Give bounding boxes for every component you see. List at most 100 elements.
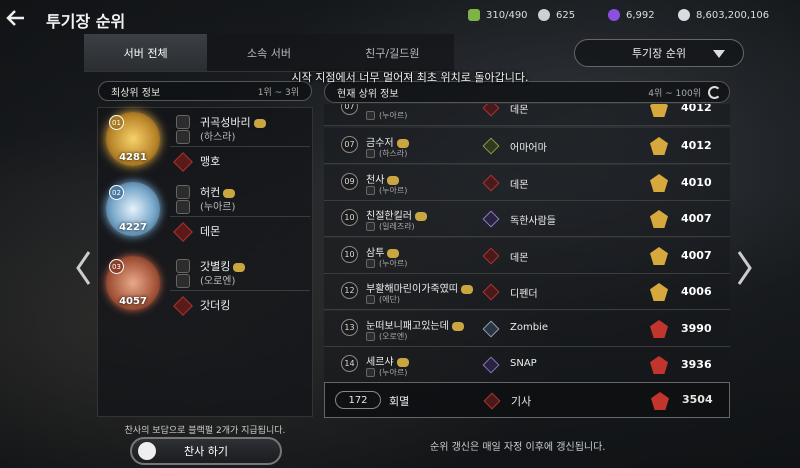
player-name: 부활해마린이가죽였띠	[366, 280, 473, 295]
server-icon	[366, 332, 375, 341]
score: 4007	[681, 249, 712, 262]
ranking-tabs: 서버 전체 소속 서버 친구/길드원	[84, 34, 454, 72]
rank-score: 4281	[119, 152, 147, 163]
my-rank-number: 172	[335, 391, 381, 409]
guild-emblem-icon	[482, 210, 500, 228]
guild-emblem-icon	[482, 174, 500, 192]
ranking-row[interactable]: 14 세르샤 (누아르) SNAP 3936	[324, 347, 730, 383]
server-icon	[366, 149, 375, 158]
score: 4012	[681, 104, 712, 114]
player-server: (하스라)	[379, 149, 408, 158]
ranking-row[interactable]: 10 삼투 (누아르) 데몬 4007	[324, 238, 730, 274]
ranking-row[interactable]: 07 (누아르) 데몬 4012	[324, 104, 730, 126]
back-arrow-icon[interactable]	[4, 6, 28, 30]
refresh-icon[interactable]	[708, 86, 721, 99]
top-ranking-panel: 01 4281 귀곡성바리 (하스라) 맹호 02 4227 허컨 (누아르) …	[97, 107, 313, 417]
class-icon	[176, 130, 190, 144]
badge-icon	[451, 321, 464, 331]
tab-friends-guild[interactable]: 친구/길드원	[330, 34, 454, 72]
chevron-left-icon[interactable]	[74, 248, 94, 288]
red-tier-icon	[651, 392, 669, 410]
gold-tier-icon	[650, 104, 668, 117]
silver-rank-medal-icon: 02 4227	[106, 182, 160, 236]
guild-name: 독한사람들	[510, 216, 556, 227]
upper-info-title: 현재 상위 정보	[337, 88, 399, 100]
player-name: 친절한킬러	[366, 207, 427, 222]
guild-emblem-icon	[482, 320, 500, 338]
divider	[170, 216, 310, 217]
guild-name: 어마어마	[510, 143, 547, 154]
rank-number: 03	[109, 259, 124, 274]
tab-own-server[interactable]: 소속 서버	[207, 34, 331, 72]
gold-tier-icon	[650, 283, 668, 301]
score: 4010	[681, 176, 712, 189]
chevron-down-icon	[713, 50, 725, 58]
ranking-type-dropdown[interactable]: 투기장 순위	[574, 39, 744, 67]
tab-all-servers[interactable]: 서버 전체	[84, 34, 208, 72]
rank-number: 14	[341, 355, 358, 372]
red-tier-icon	[650, 320, 668, 338]
badge-icon	[461, 284, 473, 294]
ranking-row[interactable]: 12 부활해마린이가죽였띠 (에단) 디펜더 4006	[324, 274, 730, 310]
ranking-row[interactable]: 09 천사 (누아르) 데몬 4010	[324, 165, 730, 201]
ranking-row[interactable]: 07 금수저 (하스라) 어마어마 4012	[324, 128, 730, 164]
class-icon	[176, 274, 190, 288]
praise-button-label: 찬사 하기	[184, 445, 228, 458]
guild-emblem-icon	[173, 296, 193, 316]
guild-name: 데몬	[200, 225, 221, 238]
score: 3990	[681, 322, 712, 335]
purple-gem-icon	[608, 9, 620, 21]
badge-icon	[233, 262, 246, 272]
rank-number: 07	[341, 104, 358, 115]
rank-number: 10	[341, 209, 358, 226]
guild-emblem-icon	[482, 283, 500, 301]
player-name: 삼투	[366, 244, 400, 259]
player-server: (일레즈라)	[379, 222, 415, 231]
stamina-icon	[468, 9, 480, 21]
rank-number: 01	[109, 115, 124, 130]
my-ranking-row[interactable]: 172 회멸 기사 3504	[324, 382, 730, 418]
ranking-row[interactable]: 13 눈떠보니패고있는데 (오로엔) Zombie 3990	[324, 311, 730, 347]
player-server: (누아르)	[379, 111, 408, 120]
rank-number: 12	[341, 282, 358, 299]
chevron-right-icon[interactable]	[734, 248, 754, 288]
silver-display: 8,603,200,106	[678, 9, 769, 21]
ranking-list[interactable]: 07 (누아르) 데몬 4012 07 금수저 (하스라) 어마어마 4012 …	[324, 104, 730, 414]
praise-button[interactable]: 찬사 하기	[130, 437, 282, 465]
player-name: 금수저	[366, 134, 409, 149]
score: 4007	[681, 212, 712, 225]
purple-gem-display: 6,992	[608, 9, 655, 21]
silver-value: 8,603,200,106	[696, 9, 770, 21]
praise-reward-note: 찬사의 보답으로 블랙펄 2개가 지급됩니다.	[124, 426, 286, 436]
stamina-display: 310/490	[468, 9, 528, 21]
guild-emblem-icon	[483, 392, 501, 410]
server-icon	[176, 185, 190, 199]
rank-score: 4227	[119, 222, 147, 233]
purple-gem-value: 6,992	[626, 9, 655, 21]
divider	[170, 290, 310, 291]
rank-number: 10	[341, 246, 358, 263]
player-name: 눈떠보니패고있는데	[366, 317, 464, 332]
red-tier-icon	[650, 356, 668, 374]
silver-coin-value: 625	[556, 9, 576, 21]
my-score: 3504	[682, 393, 713, 406]
bronze-rank-medal-icon: 03 4057	[106, 256, 160, 310]
ranking-row[interactable]: 10 친절한킬러 (일레즈라) 독한사람들 4007	[324, 201, 730, 237]
player-server: (누아르)	[379, 186, 408, 195]
silver-coin-icon	[538, 9, 550, 21]
badge-icon	[387, 175, 400, 185]
badge-icon	[223, 188, 236, 198]
score: 4006	[681, 285, 712, 298]
player-server: (하스라)	[200, 132, 236, 143]
score: 3936	[681, 358, 712, 371]
rank-score: 4057	[119, 296, 147, 307]
player-server: (오로엔)	[379, 332, 408, 341]
divider	[170, 146, 310, 147]
server-icon	[366, 222, 375, 231]
player-server: (누아르)	[200, 202, 236, 213]
guild-emblem-icon	[482, 137, 500, 155]
top-entry-3[interactable]: 03 4057 갓별킹 (오로엔) 갓더킹	[98, 252, 314, 352]
my-guild-name: 기사	[511, 395, 532, 408]
dropdown-selected: 투기장 순위	[631, 47, 687, 60]
player-name: 천사	[366, 171, 400, 186]
